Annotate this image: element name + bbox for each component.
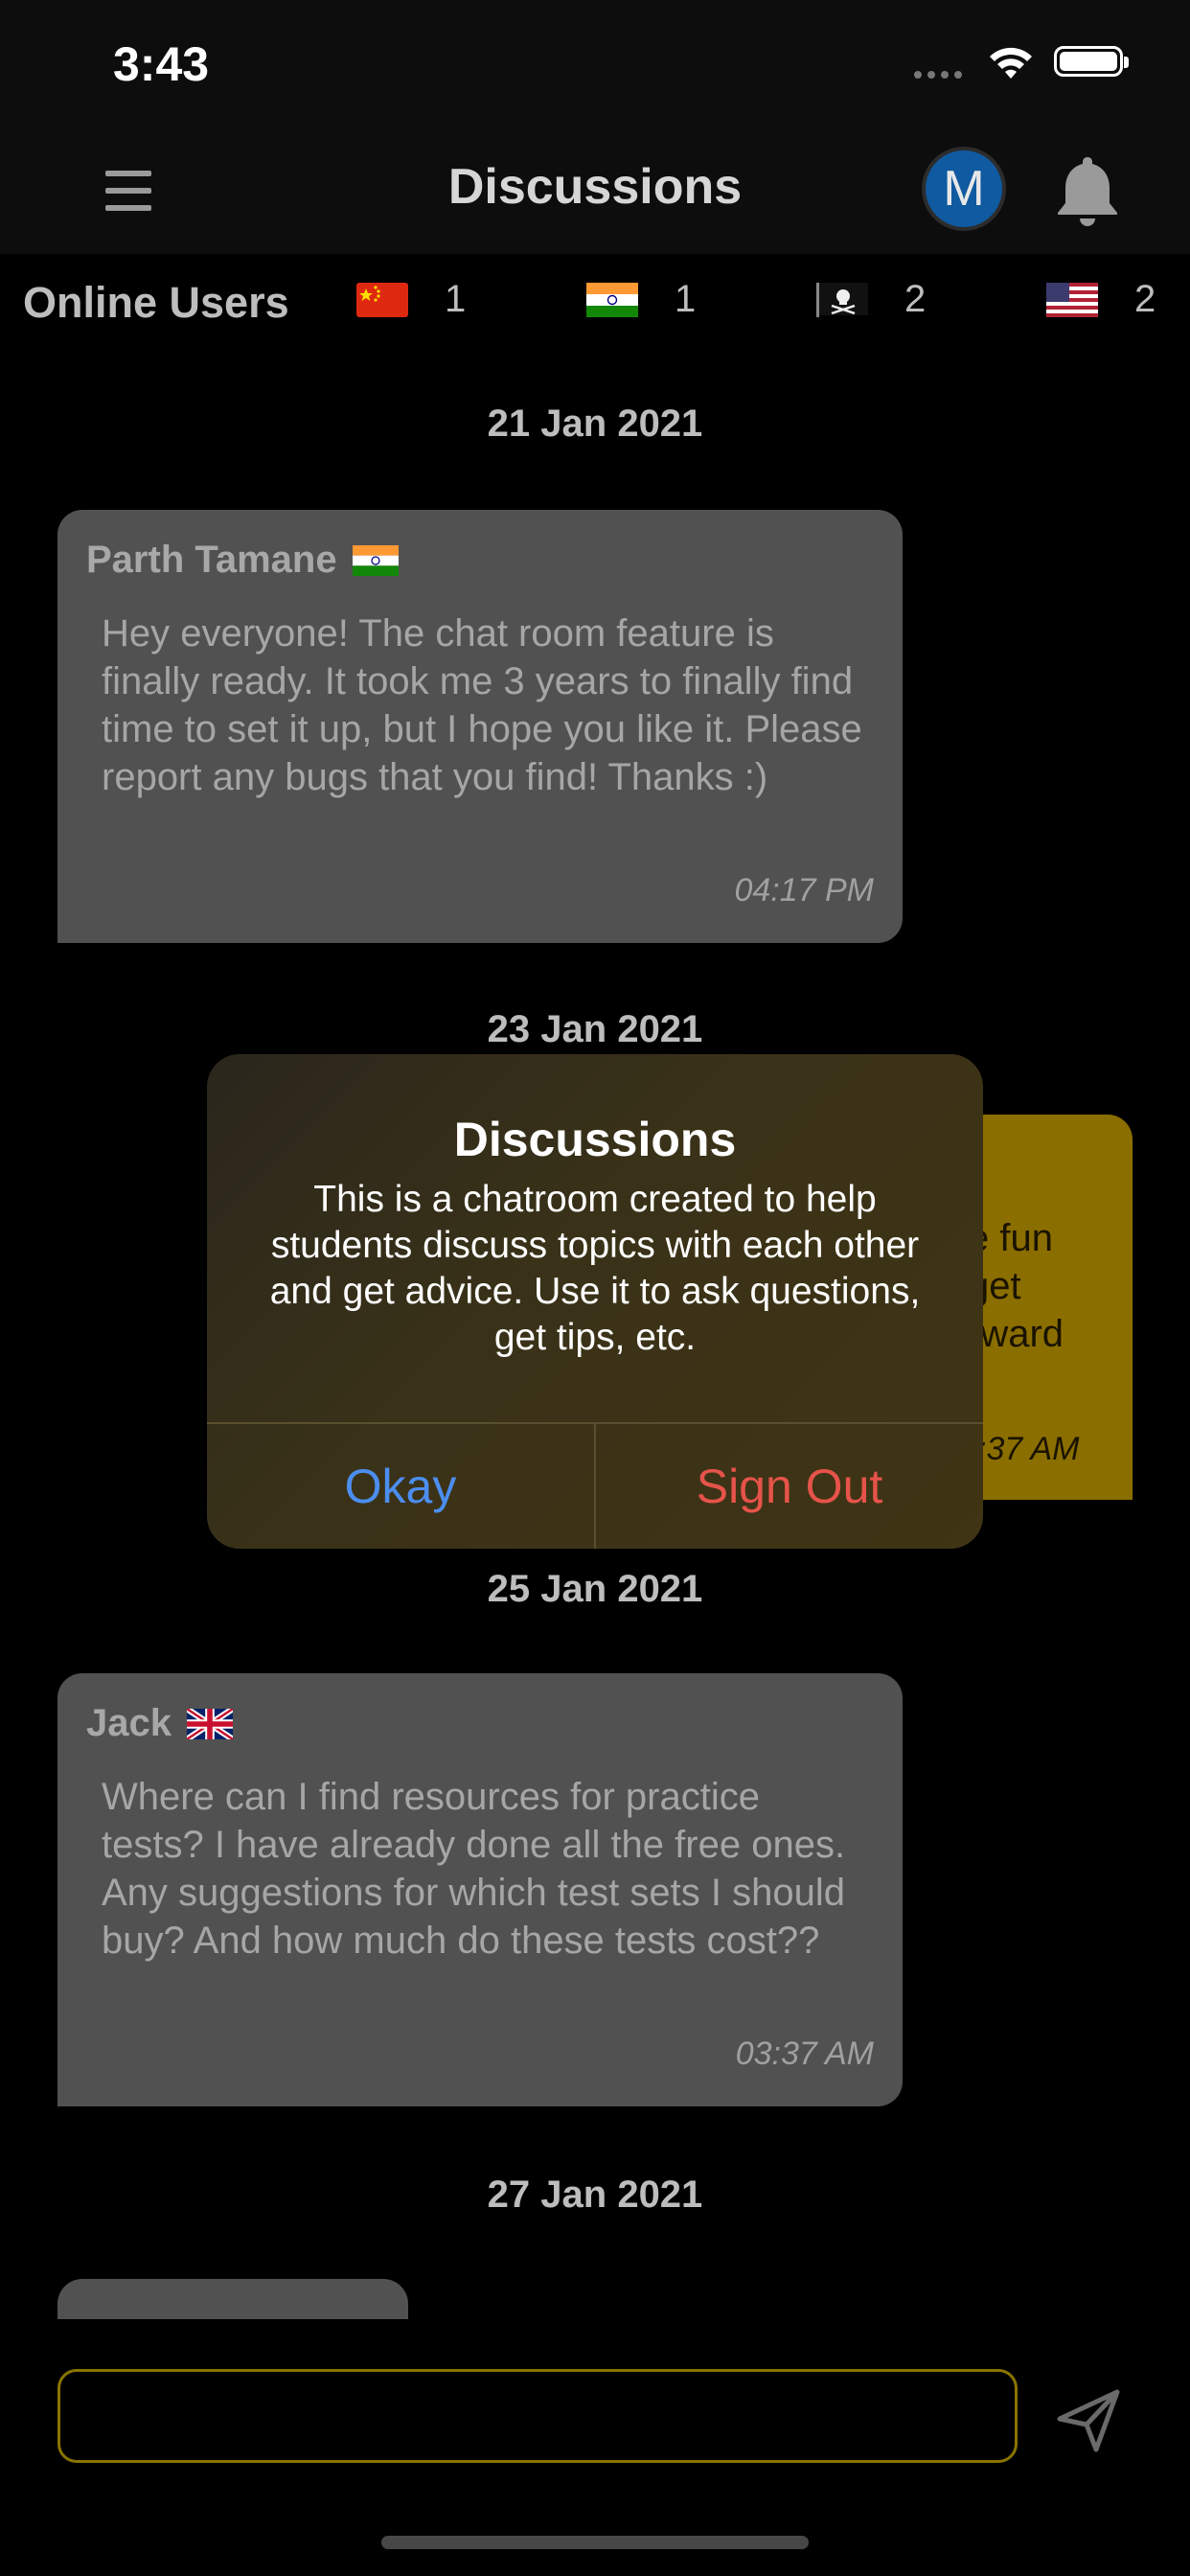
send-icon[interactable] xyxy=(1054,2386,1123,2455)
online-user-count: 1 xyxy=(675,278,697,320)
date-separator: 27 Jan 2021 xyxy=(487,2174,703,2216)
alert-dialog: Discussions This is a chatroom created t… xyxy=(207,1054,983,1549)
online-user-group: 2 xyxy=(816,278,926,321)
message-bubble[interactable]: Parth Tamane Hey everyone! The chat room… xyxy=(57,510,903,943)
message-header: Jack xyxy=(86,1702,233,1745)
cellular-signal-icon xyxy=(914,71,962,79)
message-time: 03:37 AM xyxy=(735,2036,874,2072)
date-separator: 23 Jan 2021 xyxy=(487,1008,703,1050)
online-user-count: 1 xyxy=(445,278,467,320)
message-input[interactable] xyxy=(57,2369,1018,2463)
india-flag-icon xyxy=(586,282,638,317)
message-sender: Jack xyxy=(86,1702,172,1744)
india-flag-icon xyxy=(352,544,399,576)
status-time: 3:43 xyxy=(113,37,210,91)
date-separator: 25 Jan 2021 xyxy=(487,1568,703,1610)
avatar[interactable]: M xyxy=(922,147,1006,231)
alert-message: This is a chatroom created to help stude… xyxy=(269,1179,921,1358)
usa-flag-icon xyxy=(1046,282,1098,317)
online-user-group: 2 xyxy=(1046,278,1156,321)
home-indicator xyxy=(381,2536,809,2549)
alert-title: Discussions xyxy=(453,1113,737,1166)
wifi-icon xyxy=(990,47,1032,79)
battery-icon xyxy=(1054,46,1129,77)
online-user-group: 1 xyxy=(586,278,696,321)
message-text: Where can I find resources for practice … xyxy=(102,1776,846,1962)
message-time: :37 AM xyxy=(977,1431,1080,1467)
online-user-count: 2 xyxy=(904,278,927,320)
message-time: 04:17 PM xyxy=(734,872,874,908)
sign-out-button[interactable]: Sign Out xyxy=(596,1424,983,1549)
okay-button[interactable]: Okay xyxy=(207,1424,594,1549)
message-text: Hey everyone! The chat room feature is f… xyxy=(102,612,862,798)
message-header: Parth Tamane xyxy=(86,539,399,582)
message-sender: Parth Tamane xyxy=(86,539,337,581)
pirate-flag-icon xyxy=(816,282,868,317)
online-user-count: 2 xyxy=(1134,278,1156,320)
message-bubble[interactable]: Jack Where can I find resources for prac… xyxy=(57,1673,903,2106)
china-flag-icon xyxy=(356,282,408,317)
bell-icon[interactable] xyxy=(1054,153,1121,228)
online-users-label: Online Users xyxy=(23,278,289,327)
date-separator: 21 Jan 2021 xyxy=(487,402,703,445)
page-title: Discussions xyxy=(447,159,743,215)
uk-flag-icon xyxy=(186,1708,233,1739)
online-user-group: 1 xyxy=(356,278,466,321)
